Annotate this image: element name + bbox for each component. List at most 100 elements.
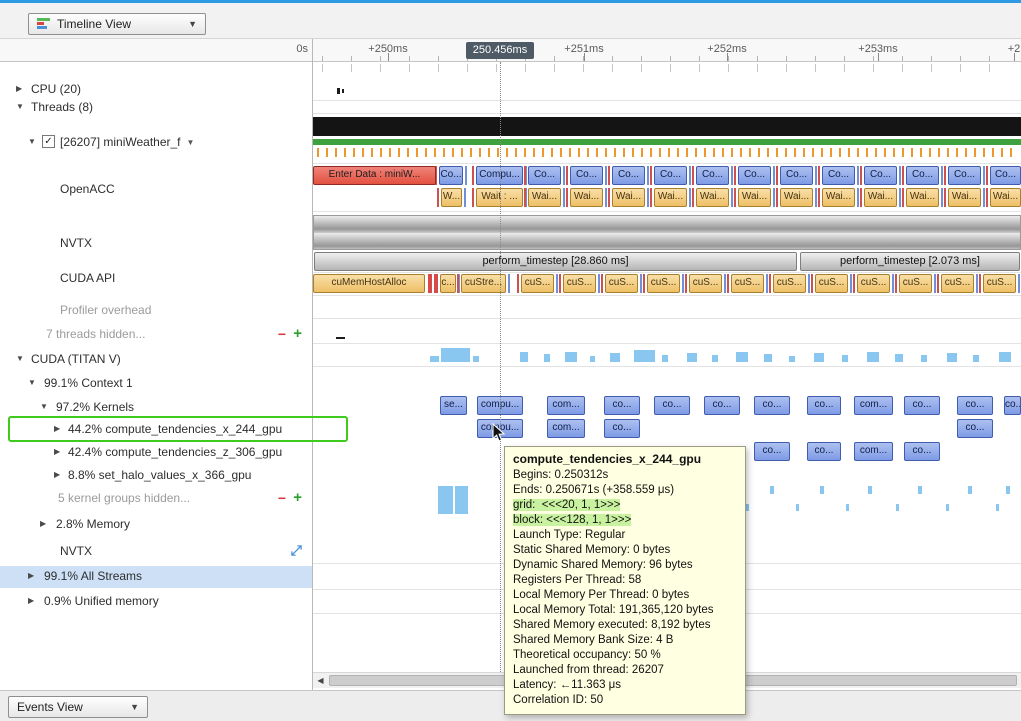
remove-row-icon[interactable]: − <box>278 488 286 508</box>
scroll-left-icon[interactable]: ◀ <box>313 673 328 688</box>
timeline-event-com[interactable]: com... <box>854 442 893 461</box>
timeline-event[interactable] <box>814 353 824 362</box>
timeline-event-co[interactable]: co... <box>807 396 841 415</box>
chevron-down-icon[interactable]: ▼ <box>187 138 195 147</box>
checkbox-checked[interactable]: ✓ <box>42 135 55 148</box>
timeline-event-com[interactable]: com... <box>854 396 893 415</box>
timeline-ruler[interactable]: 0s 250.456ms +250ms+251ms+252ms+253ms+2 <box>0 39 1021 62</box>
timeline-event[interactable] <box>999 352 1011 362</box>
tree-collapse-icon[interactable]: ▼ <box>28 378 36 387</box>
timeline-event-cus[interactable]: cuS... <box>815 274 848 293</box>
timeline-event-perform-timestep-2-073-ms[interactable]: perform_timestep [2.073 ms] <box>800 252 1020 271</box>
timeline-event[interactable] <box>921 355 927 362</box>
timeline-event[interactable] <box>610 353 620 362</box>
tree-expand-icon[interactable]: ▶ <box>28 571 34 580</box>
sidebar-item-profiler-overhead[interactable]: Profiler overhead <box>0 300 312 320</box>
timeline-event-co[interactable]: Co... <box>948 166 981 185</box>
tree-collapse-icon[interactable]: ▼ <box>16 102 24 111</box>
timeline-event[interactable] <box>746 504 749 511</box>
timeline-event-wai[interactable]: Wai... <box>822 188 855 207</box>
sidebar-item-5-kernel-groups-hidden[interactable]: 5 kernel groups hidden...−+ <box>0 488 312 508</box>
tree-expand-icon[interactable]: ▶ <box>54 470 60 479</box>
timeline-event[interactable] <box>565 352 577 362</box>
pane-divider[interactable] <box>312 39 313 690</box>
timeline-event-cus[interactable]: cuS... <box>647 274 680 293</box>
timeline-event[interactable] <box>428 274 432 293</box>
timeline-event[interactable] <box>867 352 879 362</box>
sidebar-item-99-1-all-streams[interactable]: ▶99.1% All Streams <box>0 566 312 588</box>
timeline-event[interactable] <box>441 348 470 362</box>
timeline-event-co[interactable]: co... <box>904 442 940 461</box>
timeline-event-co[interactable]: Co... <box>864 166 897 185</box>
timeline-event[interactable] <box>973 355 979 362</box>
timeline-event[interactable] <box>996 504 999 511</box>
timeline-event-cus[interactable]: cuS... <box>899 274 932 293</box>
sidebar-item-cuda-titan-v[interactable]: ▼CUDA (TITAN V) <box>0 349 312 369</box>
timeline-event[interactable] <box>438 486 453 514</box>
timeline-event-co[interactable]: Co... <box>780 166 813 185</box>
timeline-event-co[interactable]: Co... <box>822 166 855 185</box>
sidebar-item-44-2-compute-tendencies-x-244-gpu[interactable]: ▶44.2% compute_tendencies_x_244_gpu <box>0 419 312 439</box>
timeline-event[interactable] <box>947 353 957 362</box>
timeline-event[interactable] <box>712 355 718 362</box>
timeline-event-cumemhostalloc[interactable]: cuMemHostAlloc <box>313 274 425 293</box>
timeline-event-co[interactable]: co... <box>807 442 841 461</box>
tree-collapse-icon[interactable]: ▼ <box>28 137 36 146</box>
timeline-event[interactable] <box>1006 486 1010 494</box>
tree-collapse-icon[interactable]: ▼ <box>40 402 48 411</box>
timeline-event[interactable] <box>342 89 344 93</box>
timeline-event-se[interactable]: se... <box>440 396 467 415</box>
sidebar-item-openacc[interactable]: OpenACC <box>0 179 312 199</box>
timeline-event-co[interactable]: co... <box>604 396 640 415</box>
tree-expand-icon[interactable]: ▶ <box>54 424 60 433</box>
tree-expand-icon[interactable]: ▶ <box>16 84 22 93</box>
timeline-event-co[interactable]: co... <box>957 419 993 438</box>
timeline-event-co[interactable]: Co... <box>612 166 645 185</box>
timeline-event[interactable] <box>918 486 922 494</box>
timeline-event-wai[interactable]: Wai... <box>528 188 561 207</box>
timeline-event[interactable] <box>764 354 772 362</box>
sidebar-item-0-9-unified-memory[interactable]: ▶0.9% Unified memory <box>0 591 312 611</box>
sidebar-item-nvtx[interactable]: NVTX <box>0 233 312 253</box>
tree-expand-icon[interactable]: ▶ <box>28 596 34 605</box>
timeline-event-co[interactable]: Co... <box>738 166 771 185</box>
timeline-event[interactable] <box>896 504 899 511</box>
timeline-event[interactable] <box>770 486 774 494</box>
timeline-event-cus[interactable]: cuS... <box>983 274 1016 293</box>
remove-row-icon[interactable]: − <box>278 324 286 344</box>
timeline-event-wai[interactable]: Wai... <box>906 188 939 207</box>
timeline-event-co[interactable]: co... <box>1004 396 1021 415</box>
expand-row-icon[interactable] <box>291 545 302 559</box>
timeline-event[interactable] <box>337 88 340 94</box>
view-selector-dropdown[interactable]: Timeline View ▼ <box>28 13 206 35</box>
timeline-event-enter-data-miniw[interactable]: Enter Data : miniW... <box>313 166 436 185</box>
timeline-event-wai[interactable]: Wai... <box>612 188 645 207</box>
timeline-event[interactable] <box>968 486 972 494</box>
sidebar-item-8-8-set-halo-values-x-366-gpu[interactable]: ▶8.8% set_halo_values_x_366_gpu <box>0 465 312 485</box>
timeline-event-c[interactable]: c... <box>440 274 456 293</box>
timeline-event-cus[interactable]: cuS... <box>521 274 554 293</box>
timeline-event-co[interactable]: co... <box>704 396 740 415</box>
timeline-event-wai[interactable]: Wai... <box>654 188 687 207</box>
timeline-event-co[interactable]: Co... <box>654 166 687 185</box>
timeline-event-wai[interactable]: Wai... <box>696 188 729 207</box>
timeline-event[interactable] <box>868 486 872 494</box>
timeline-event[interactable] <box>336 337 345 339</box>
timeline-event-w[interactable]: W... <box>441 188 462 207</box>
timeline-event-co[interactable]: Co... <box>990 166 1021 185</box>
timeline-event-co[interactable]: co... <box>754 442 790 461</box>
timeline-event-perform-timestep-28-860-ms[interactable]: perform_timestep [28.860 ms] <box>314 252 797 271</box>
timeline-event-wai[interactable]: Wai... <box>738 188 771 207</box>
timeline-event[interactable] <box>430 356 439 362</box>
sidebar-item-2-8-memory[interactable]: ▶2.8% Memory <box>0 514 312 534</box>
timeline-event-co[interactable]: co... <box>904 396 940 415</box>
timeline-event[interactable] <box>796 504 799 511</box>
timeline-event[interactable] <box>473 356 479 362</box>
timeline-event[interactable] <box>687 353 697 362</box>
sidebar-item-26207-miniweather-f[interactable]: ▼✓[26207] miniWeather_f▼ <box>0 132 312 152</box>
timeline-event-co[interactable]: Co... <box>906 166 939 185</box>
timeline-event[interactable] <box>590 356 595 362</box>
timeline-event-wai[interactable]: Wai... <box>570 188 603 207</box>
timeline-event-com[interactable]: com... <box>547 396 585 415</box>
timeline-event[interactable] <box>895 354 903 362</box>
